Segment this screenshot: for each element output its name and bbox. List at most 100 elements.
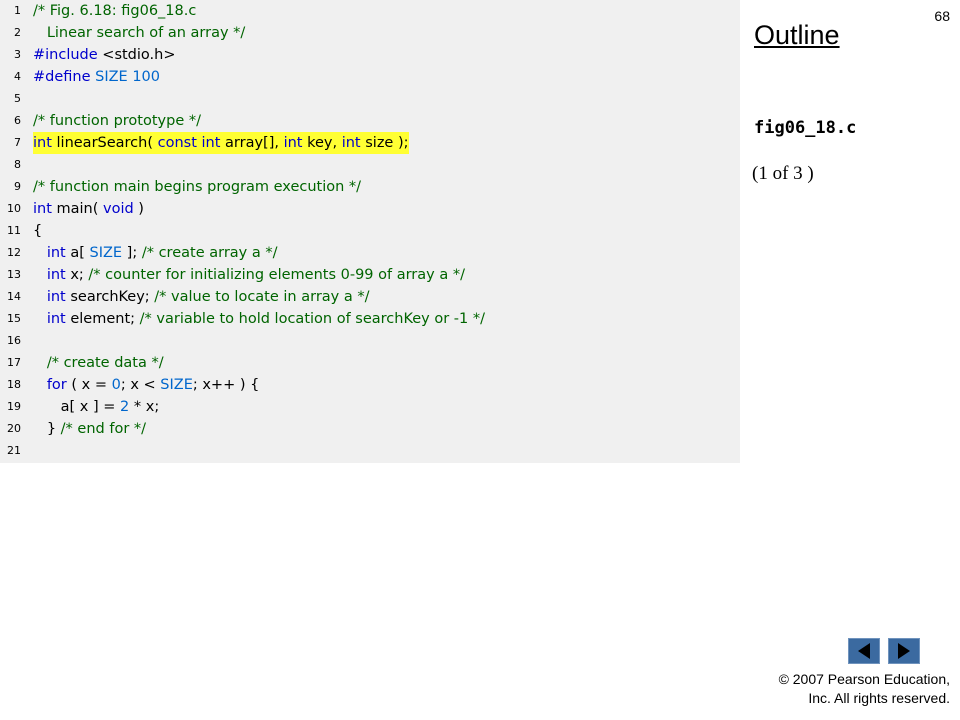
code-line: 10 int main( void ) [0,198,740,220]
code-token: SIZE [89,245,123,261]
line-number: 10 [7,202,21,215]
code-token: Linear search of an array */ [33,25,246,41]
code-token: const int [157,135,221,151]
code-token: } [33,421,61,437]
next-slide-button[interactable] [888,638,920,664]
copyright-line-2: Inc. All rights reserved. [808,690,950,706]
line-number: 9 [14,180,21,193]
triangle-right-icon [898,643,910,659]
code-line: 7 int linearSearch( const int array[], in… [0,132,740,154]
line-number: 19 [7,400,21,413]
code-line: 19 a[ x ] = 2 * x; [0,396,740,418]
line-number: 16 [7,334,21,347]
code-token: * x; [129,399,160,415]
code-token: int [46,289,66,305]
previous-slide-button[interactable] [848,638,880,664]
code-token: ; x++ ) { [192,377,260,393]
code-line: 3 #include <stdio.h> [0,44,740,66]
code-line: 20 } /* end for */ [0,418,740,440]
code-line: 12 int a[ SIZE ]; /* create array a */ [0,242,740,264]
code-token: int [46,267,66,283]
line-number: 4 [14,70,21,83]
code-token: SIZE 100 [95,69,161,85]
code-line: 5 [0,88,740,110]
file-name: fig06_18.c [754,118,857,138]
line-number: 21 [7,444,21,457]
code-line: 16 [0,330,740,352]
code-line: 6 /* function prototype */ [0,110,740,132]
line-code: /* create data */ [33,352,164,374]
code-line: 1 /* Fig. 6.18: fig06_18.c [0,0,740,22]
code-line: 8 [0,154,740,176]
code-token: ( x = [66,377,112,393]
line-code: /* function main begins program executio… [33,176,361,198]
line-code: int searchKey; /* value to locate in arr… [33,286,370,308]
line-code: int linearSearch( const int array[], int… [33,132,409,154]
code-token: #define [33,69,91,85]
code-token: int [46,311,66,327]
code-line: 9 /* function main begins program executi… [0,176,740,198]
code-token: int [283,135,303,151]
code-token: /* counter for initializing elements 0-9… [88,267,465,283]
line-number: 12 [7,246,21,259]
line-code: } /* end for */ [33,418,146,440]
code-token: int [33,135,52,151]
outline-title: Outline [754,20,840,50]
line-number: 1 [14,4,21,17]
code-line: 18 for ( x = 0; x < SIZE; x++ ) { [0,374,740,396]
code-token: int [33,201,52,217]
line-code: { [33,220,42,242]
code-token: key, [302,135,342,151]
code-token: /* function main begins program executio… [33,179,362,195]
line-code: /* function prototype */ [33,110,201,132]
code-token: a[ x ] = [33,399,121,415]
code-token: 2 [120,399,130,415]
code-token: /* create array a */ [141,245,278,261]
page-number: 68 [934,8,950,24]
line-code: int x; /* counter for initializing eleme… [33,264,465,286]
line-code: Linear search of an array */ [33,22,246,44]
code-token: { [33,223,43,239]
code-line: 17 /* create data */ [0,352,740,374]
code-line: 11 { [0,220,740,242]
line-number: 20 [7,422,21,435]
code-token: size ); [360,135,409,151]
line-number: 15 [7,312,21,325]
code-line: 14 int searchKey; /* value to locate in … [0,286,740,308]
code-token: /* Fig. 6.18: fig06_18.c [33,3,197,19]
line-number: 17 [7,356,21,369]
code-token: searchKey; [65,289,155,305]
line-number: 6 [14,114,21,127]
code-token: int [46,245,66,261]
code-token: ) [133,201,144,217]
code-line: 4 #define SIZE 100 [0,66,740,88]
code-token: SIZE [160,377,193,393]
code-token: void [103,201,134,217]
code-token: array[], [220,135,284,151]
line-number: 11 [7,224,21,237]
code-token: linearSearch( [51,135,158,151]
code-token: /* variable to hold location of searchKe… [139,311,485,327]
code-token: x; [65,267,89,283]
line-code: #include <stdio.h> [33,44,175,66]
line-number: 5 [14,92,21,105]
line-code: a[ x ] = 2 * x; [33,396,160,418]
code-token: ]; [122,245,142,261]
line-code: int element; /* variable to hold locatio… [33,308,485,330]
code-token: int [341,135,361,151]
code-token: element; [65,311,140,327]
line-number: 3 [14,48,21,61]
code-line: 13 int x; /* counter for initializing el… [0,264,740,286]
part-indicator: (1 of 3 ) [752,163,814,184]
line-number: 18 [7,378,21,391]
line-code: /* Fig. 6.18: fig06_18.c [33,0,196,22]
code-token: /* end for */ [60,421,147,437]
code-token: ; x < [120,377,161,393]
line-number: 8 [14,158,21,171]
code-listing: 1 /* Fig. 6.18: fig06_18.c 2 Linear search… [0,0,740,463]
